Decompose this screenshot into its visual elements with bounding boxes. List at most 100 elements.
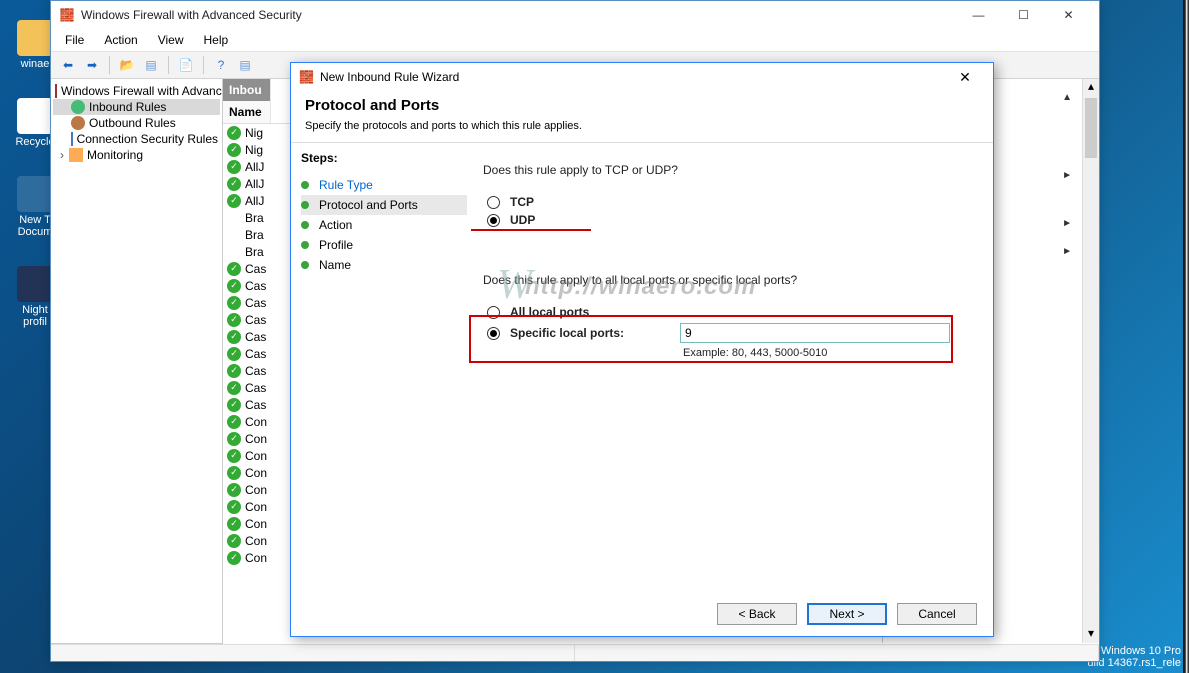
enabled-icon: ✓ (227, 296, 241, 310)
rule-name: Con (245, 483, 267, 497)
step-label: Protocol and Ports (319, 198, 418, 212)
rule-name: Nig (245, 126, 263, 140)
rule-name: Cas (245, 330, 266, 344)
highlight-box (469, 315, 953, 363)
tree-outbound-rules[interactable]: Outbound Rules (53, 115, 220, 131)
scroll-up-icon[interactable]: ▴ (1083, 79, 1099, 96)
rule-name: Con (245, 415, 267, 429)
menu-help[interactable]: Help (194, 31, 239, 49)
wizard-steps: Steps: Rule TypeProtocol and PortsAction… (291, 143, 477, 592)
wizard-close-button[interactable]: ✕ (945, 66, 985, 88)
chevron-right-icon: ► (1062, 170, 1072, 181)
radio-tcp[interactable]: TCP (487, 195, 969, 209)
maximize-button[interactable]: ☐ (1001, 3, 1046, 27)
tree-pane[interactable]: Windows Firewall with Advance Inbound Ru… (51, 79, 223, 643)
step-label: Rule Type (319, 178, 373, 192)
enabled-icon: ✓ (227, 194, 241, 208)
enabled-icon: ✓ (227, 466, 241, 480)
inbound-icon (71, 100, 85, 114)
rule-name: Cas (245, 262, 266, 276)
rule-name: Cas (245, 296, 266, 310)
window-title: Windows Firewall with Advanced Security (81, 8, 956, 22)
expand-icon[interactable]: › (55, 148, 69, 162)
firewall-icon: 🧱 (59, 7, 75, 23)
menu-file[interactable]: File (55, 31, 94, 49)
column-name[interactable]: Name (223, 101, 271, 123)
back-button[interactable]: < Back (717, 603, 797, 625)
next-button[interactable]: Next > (807, 603, 887, 625)
radio-icon (487, 214, 500, 227)
rule-name: Con (245, 500, 267, 514)
new-inbound-rule-wizard: 🧱 New Inbound Rule Wizard ✕ Protocol and… (290, 62, 994, 637)
rule-name: AllJ (245, 160, 264, 174)
rule-name: Con (245, 534, 267, 548)
tree-connection-security[interactable]: Connection Security Rules (53, 131, 220, 147)
forward-button[interactable]: ➡ (81, 54, 103, 76)
rule-name: Cas (245, 347, 266, 361)
chevron-right-icon: ► (1062, 218, 1072, 229)
menu-view[interactable]: View (148, 31, 194, 49)
wizard-step[interactable]: Rule Type (301, 175, 467, 195)
tree-monitoring[interactable]: ›Monitoring (53, 147, 220, 163)
step-dot-icon (301, 261, 309, 269)
rule-name: Con (245, 432, 267, 446)
enabled-icon: ✓ (227, 364, 241, 378)
enabled-icon: ✓ (227, 432, 241, 446)
watermark-text: http://winaero.com (525, 273, 756, 301)
enabled-icon: ✓ (227, 330, 241, 344)
enabled-icon: ✓ (227, 534, 241, 548)
wizard-step[interactable]: Action (301, 215, 467, 235)
wizard-step[interactable]: Protocol and Ports (301, 195, 467, 215)
enabled-icon: ✓ (227, 126, 241, 140)
wizard-subheading: Specify the protocols and ports to which… (305, 120, 979, 132)
back-button[interactable]: ⬅ (57, 54, 79, 76)
wizard-header: Protocol and Ports Specify the protocols… (291, 91, 993, 142)
vertical-scrollbar[interactable]: ▴ ▾ (1082, 79, 1099, 643)
enabled-icon: ✓ (227, 415, 241, 429)
close-button[interactable]: ✕ (1046, 3, 1091, 27)
up-folder-icon[interactable]: 📂 (116, 54, 138, 76)
security-icon (71, 132, 73, 146)
bottom-scroll-strip (51, 644, 1099, 661)
separator (203, 56, 204, 74)
rule-name: Nig (245, 143, 263, 157)
enabled-icon: ✓ (227, 483, 241, 497)
wizard-title: New Inbound Rule Wizard (320, 70, 945, 84)
taskbar-edge (1183, 0, 1189, 673)
minimize-button[interactable]: — (956, 3, 1001, 27)
menubar: File Action View Help (51, 29, 1099, 51)
tree-inbound-rules[interactable]: Inbound Rules (53, 99, 220, 115)
enabled-icon: ✓ (227, 279, 241, 293)
step-label: Profile (319, 238, 353, 252)
rule-name: Con (245, 466, 267, 480)
cancel-button[interactable]: Cancel (897, 603, 977, 625)
new-rule-icon[interactable]: 📄 (175, 54, 197, 76)
separator (168, 56, 169, 74)
wizard-body: Steps: Rule TypeProtocol and PortsAction… (291, 143, 993, 592)
wizard-step[interactable]: Name (301, 255, 467, 275)
chevron-right-icon: ► (1062, 246, 1072, 257)
scroll-down-icon[interactable]: ▾ (1083, 626, 1099, 643)
help-icon[interactable]: ? (210, 54, 232, 76)
wizard-titlebar[interactable]: 🧱 New Inbound Rule Wizard ✕ (291, 63, 993, 91)
scroll-thumb[interactable] (1085, 98, 1097, 158)
rule-name: AllJ (245, 177, 264, 191)
tree-root[interactable]: Windows Firewall with Advance (53, 83, 220, 99)
enabled-icon: ✓ (227, 381, 241, 395)
options-icon[interactable]: ▤ (234, 54, 256, 76)
enabled-icon: ✓ (227, 177, 241, 191)
shield-icon (55, 84, 57, 98)
monitoring-icon (69, 148, 83, 162)
outbound-icon (71, 116, 85, 130)
rule-name: Bra (245, 228, 264, 242)
wizard-step[interactable]: Profile (301, 235, 467, 255)
step-label: Action (319, 218, 352, 232)
details-icon[interactable]: ▤ (140, 54, 162, 76)
enabled-icon: ✓ (227, 160, 241, 174)
rule-name: Cas (245, 279, 266, 293)
menu-action[interactable]: Action (94, 31, 147, 49)
titlebar[interactable]: 🧱 Windows Firewall with Advanced Securit… (51, 1, 1099, 29)
enabled-icon: ✓ (227, 500, 241, 514)
radio-udp[interactable]: UDP (487, 213, 969, 227)
question-protocol: Does this rule apply to TCP or UDP? (483, 163, 969, 177)
